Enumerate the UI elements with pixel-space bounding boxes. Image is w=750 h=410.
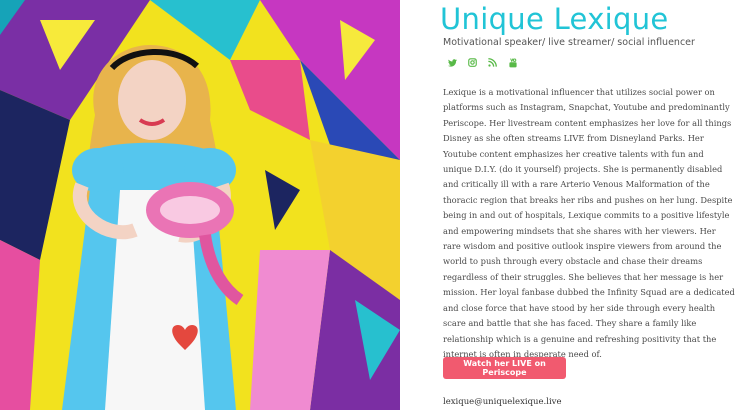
rss-icon[interactable] (488, 58, 497, 67)
page: Unique Lexique Motivational speaker/ liv… (0, 0, 750, 410)
watch-live-button[interactable]: Watch her LIVE on Periscope (443, 357, 566, 379)
profile-photo (0, 0, 400, 410)
youtube-icon[interactable] (508, 57, 517, 67)
twitter-icon[interactable] (448, 58, 457, 67)
social-links (448, 57, 517, 67)
instagram-icon[interactable] (468, 58, 477, 67)
page-title: Unique Lexique (440, 2, 669, 36)
bio-text: Lexique is a motivational influencer tha… (443, 87, 735, 359)
contact-email[interactable]: lexique@uniquelexique.live (443, 397, 562, 407)
tagline: Motivational speaker/ live streamer/ soc… (443, 37, 695, 48)
